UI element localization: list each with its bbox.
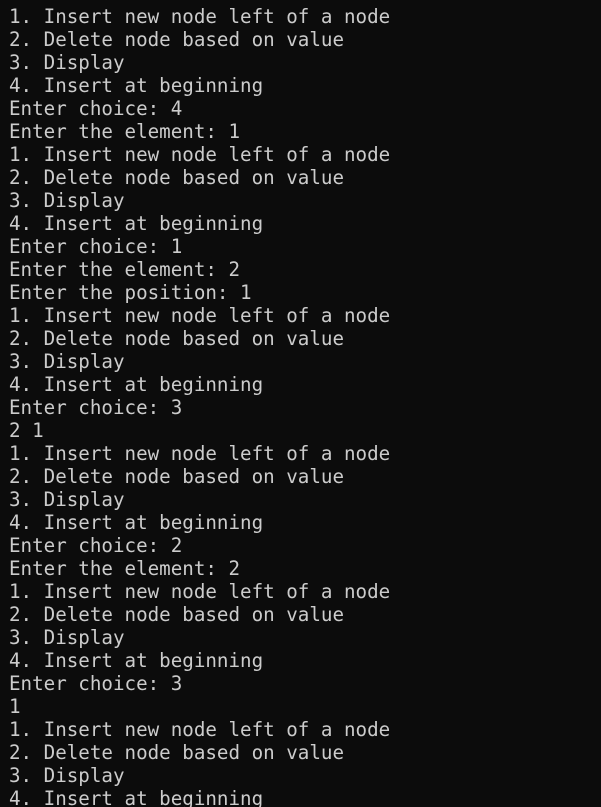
terminal-line: 3. Display — [9, 350, 125, 373]
terminal-line: 1. Insert new node left of a node — [9, 304, 391, 327]
terminal-window[interactable]: 1. Insert new node left of a node 2. Dele… — [0, 0, 601, 807]
terminal-line: 1. Insert new node left of a node — [9, 5, 391, 28]
terminal-line: 2. Delete node based on value — [9, 327, 345, 350]
terminal-line: Enter choice: 4 — [9, 97, 183, 120]
terminal-line: 4. Insert at beginning — [9, 649, 264, 672]
terminal-line: 2. Delete node based on value — [9, 166, 345, 189]
terminal-line: 2 1 — [9, 419, 44, 442]
terminal-line: Enter choice: 1 — [9, 235, 183, 258]
terminal-line: 3. Display — [9, 51, 125, 74]
terminal-line: Enter choice: 3 — [9, 672, 183, 695]
terminal-line: 3. Display — [9, 189, 125, 212]
terminal-line: 4. Insert at beginning — [9, 511, 264, 534]
terminal-line: Enter choice: 3 — [9, 396, 183, 419]
terminal-line: 1. Insert new node left of a node — [9, 143, 391, 166]
terminal-line: 1 — [9, 695, 21, 718]
terminal-line: 2. Delete node based on value — [9, 28, 345, 51]
terminal-line: Enter the element: 2 — [9, 258, 241, 281]
terminal-line: 1. Insert new node left of a node — [9, 718, 391, 741]
terminal-line: Enter the element: 2 — [9, 557, 241, 580]
terminal-line: 4. Insert at beginning — [9, 212, 264, 235]
terminal-line: 4. Insert at beginning — [9, 373, 264, 396]
terminal-line: 3. Display — [9, 764, 125, 787]
terminal-line: 3. Display — [9, 488, 125, 511]
terminal-line: 2. Delete node based on value — [9, 741, 345, 764]
terminal-output: 1. Insert new node left of a node 2. Dele… — [9, 5, 601, 807]
terminal-line: 1. Insert new node left of a node — [9, 580, 391, 603]
terminal-line: 3. Display — [9, 626, 125, 649]
terminal-line: 4. Insert at beginning — [9, 74, 264, 97]
terminal-line: Enter the element: 1 — [9, 120, 241, 143]
terminal-line: Enter the position: 1 — [9, 281, 252, 304]
terminal-line: 1. Insert new node left of a node — [9, 442, 391, 465]
terminal-line: Enter choice: 2 — [9, 534, 183, 557]
terminal-line: 4. Insert at beginning — [9, 787, 264, 807]
terminal-line: 2. Delete node based on value — [9, 603, 345, 626]
terminal-line: 2. Delete node based on value — [9, 465, 345, 488]
